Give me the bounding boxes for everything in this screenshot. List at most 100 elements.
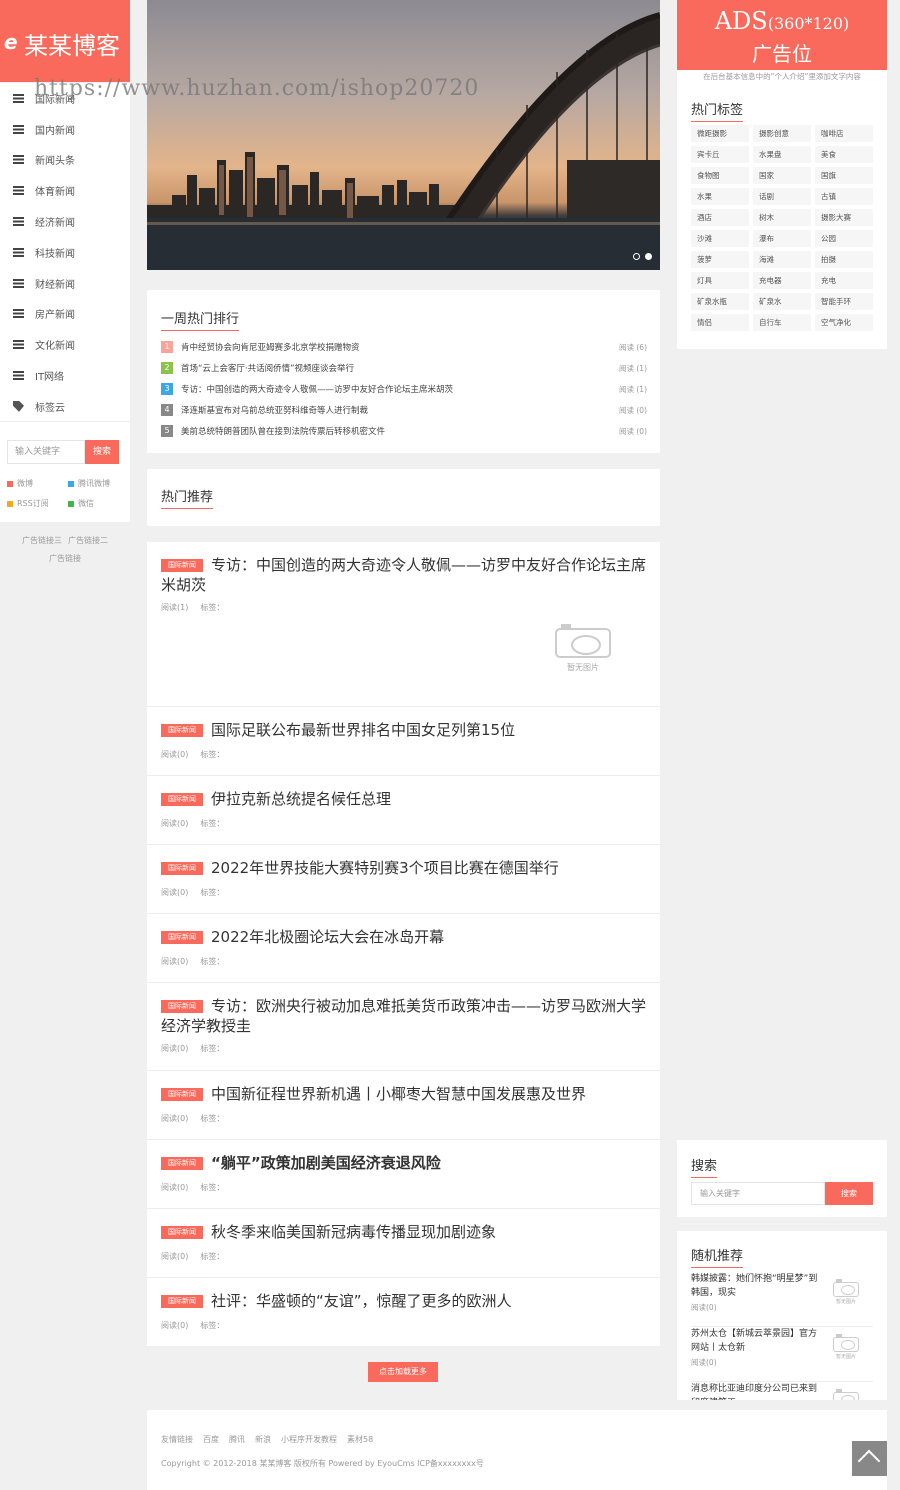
rank-title[interactable]: 泽连斯基宣布对乌前总统亚努科维奇等人进行制裁 bbox=[181, 404, 619, 416]
ad-banner[interactable]: ADS(360*120) 广告位 bbox=[677, 0, 887, 70]
ad-link[interactable]: 广告链接三 bbox=[22, 536, 62, 545]
tag-item[interactable]: 摄影大赛 bbox=[815, 209, 873, 226]
friend-link[interactable]: 小程序开发教程 bbox=[281, 1435, 337, 1444]
article-item[interactable]: 国际新闻 社评：华盛顿的“友谊”，惊醒了更多的欧洲人 阅读(0) 标签： bbox=[147, 1278, 660, 1347]
rank-item[interactable]: 4 泽连斯基宣布对乌前总统亚努科维奇等人进行制裁 阅读 (0) bbox=[161, 403, 647, 417]
tag-item[interactable]: 话剧 bbox=[753, 188, 811, 205]
article-item[interactable]: 国际新闻 秋冬季来临美国新冠病毒传播显现加剧迹象 阅读(0) 标签： bbox=[147, 1209, 660, 1278]
tag-item[interactable]: 国家 bbox=[753, 167, 811, 184]
social-link[interactable]: 微信 bbox=[68, 498, 94, 509]
article-item[interactable]: 国际新闻 中国新征程世界新机遇丨小椰枣大智慧中国发展惠及世界 阅读(0) 标签： bbox=[147, 1071, 660, 1140]
random-title[interactable]: 苏州太仓【新城云萃景园】官方网站丨太仓新 bbox=[691, 1327, 819, 1355]
tag-item[interactable]: 拍摄 bbox=[815, 251, 873, 268]
tag-item[interactable]: 摄影创意 bbox=[753, 125, 811, 142]
nav-item[interactable]: 体育新闻 bbox=[0, 175, 130, 206]
article-title[interactable]: 中国新征程世界新机遇丨小椰枣大智慧中国发展惠及世界 bbox=[161, 1084, 646, 1104]
article-item[interactable]: 国际新闻 伊拉克新总统提名候任总理 阅读(0) 标签： bbox=[147, 776, 660, 845]
tag-item[interactable]: 树木 bbox=[753, 209, 811, 226]
friend-link[interactable]: 腾讯 bbox=[229, 1435, 245, 1444]
rank-title[interactable]: 肯中经贸协会向肯尼亚姆赛多北京学校捐赠物资 bbox=[181, 341, 619, 353]
social-link[interactable]: 微博 bbox=[7, 478, 33, 489]
article-title[interactable]: 专访：中国创造的两大奇迹令人敬佩——访罗中友好合作论坛主席米胡茨 bbox=[161, 555, 646, 595]
article-item[interactable]: 国际新闻 专访：欧洲央行被动加息难抵美货币政策冲击——访罗马欧洲大学经济学教授圭阅… bbox=[147, 983, 660, 1071]
nav-item[interactable]: 经济新闻 bbox=[0, 206, 130, 237]
article-title[interactable]: 专访：欧洲央行被动加息难抵美货币政策冲击——访罗马欧洲大学经济学教授圭 bbox=[161, 996, 646, 1036]
slider-dot-active[interactable] bbox=[645, 253, 652, 260]
article-item[interactable]: 国际新闻 专访：中国创造的两大奇迹令人敬佩——访罗中友好合作论坛主席米胡茨 阅读(1… bbox=[147, 542, 660, 707]
tag-item[interactable]: 沙滩 bbox=[691, 230, 749, 247]
rank-item[interactable]: 2 首场“云上会客厅·共话阅侨情”视频座谈会举行 阅读 (1) bbox=[161, 361, 647, 375]
tag-item[interactable]: 酒店 bbox=[691, 209, 749, 226]
sidebar-search-input[interactable]: 输入关键字 bbox=[7, 440, 85, 464]
tag-item[interactable]: 智能手环 bbox=[815, 293, 873, 310]
ad-link[interactable]: 广告链接二 bbox=[68, 536, 108, 545]
tag-item[interactable]: 情侣 bbox=[691, 314, 749, 331]
nav-item[interactable]: 科技新闻 bbox=[0, 237, 130, 268]
rank-item[interactable]: 3 专访：中国创造的两大奇迹令人敬佩——访罗中友好合作论坛主席米胡茨 阅读 (1) bbox=[161, 382, 647, 396]
back-to-top-button[interactable] bbox=[852, 1441, 887, 1476]
friend-link[interactable]: 新浪 bbox=[255, 1435, 271, 1444]
article-item[interactable]: 国际新闻 “躺平”政策加剧美国经济衰退风险 阅读(0) 标签： bbox=[147, 1140, 660, 1209]
tag-item[interactable]: 矿泉水瓶 bbox=[691, 293, 749, 310]
random-item[interactable]: 苏州太仓【新城云萃景园】官方网站丨太仓新 阅读(0) 暂无图片 bbox=[691, 1327, 873, 1382]
tag-item[interactable]: 古镇 bbox=[815, 188, 873, 205]
rank-title[interactable]: 美前总统特朗普团队曾在接到法院传票后转移机密文件 bbox=[181, 425, 619, 437]
ad-link[interactable]: 广告链接 bbox=[49, 554, 81, 563]
social-link[interactable]: 腾讯微博 bbox=[68, 478, 110, 489]
article-title[interactable]: 社评：华盛顿的“友谊”，惊醒了更多的欧洲人 bbox=[161, 1291, 646, 1311]
tag-item[interactable]: 食物图 bbox=[691, 167, 749, 184]
tag-item[interactable]: 美食 bbox=[815, 146, 873, 163]
nav-item[interactable]: 房产新闻 bbox=[0, 299, 130, 330]
tag-item[interactable]: 咖啡店 bbox=[815, 125, 873, 142]
social-link[interactable]: RSS订阅 bbox=[7, 498, 49, 509]
tag-item[interactable]: 瀑布 bbox=[753, 230, 811, 247]
rank-title[interactable]: 专访：中国创造的两大奇迹令人敬佩——访罗中友好合作论坛主席米胡茨 bbox=[181, 383, 619, 395]
article-title[interactable]: 2022年北极圈论坛大会在冰岛开幕 bbox=[161, 927, 646, 947]
slider-dot[interactable] bbox=[633, 253, 640, 260]
article-title[interactable]: 国际足联公布最新世界排名中国女足列第15位 bbox=[161, 720, 646, 740]
article-title[interactable]: 伊拉克新总统提名候任总理 bbox=[161, 789, 646, 809]
article-title[interactable]: 秋冬季来临美国新冠病毒传播显现加剧迹象 bbox=[161, 1222, 646, 1242]
tag-item[interactable]: 宾卡丘 bbox=[691, 146, 749, 163]
rank-item[interactable]: 1 肯中经贸协会向肯尼亚姆赛多北京学校捐赠物资 阅读 (6) bbox=[161, 340, 647, 354]
hero-slider[interactable] bbox=[147, 0, 660, 270]
friend-link[interactable]: 百度 bbox=[203, 1435, 219, 1444]
article-item[interactable]: 国际新闻 国际足联公布最新世界排名中国女足列第15位 阅读(0) 标签： bbox=[147, 707, 660, 776]
load-more-button[interactable]: 点击加载更多 bbox=[368, 1362, 438, 1382]
tag-item[interactable]: 灯具 bbox=[691, 272, 749, 289]
article-title[interactable]: 2022年世界技能大赛特别赛3个项目比赛在德国举行 bbox=[161, 858, 646, 878]
article-item[interactable]: 国际新闻 2022年北极圈论坛大会在冰岛开幕 阅读(0) 标签： bbox=[147, 914, 660, 983]
tag-item[interactable]: 公园 bbox=[815, 230, 873, 247]
article-item[interactable]: 国际新闻 2022年世界技能大赛特别赛3个项目比赛在德国举行 阅读(0) 标签： bbox=[147, 845, 660, 914]
random-item[interactable]: 韩媒披露：她们怀抱“明星梦”到韩国，现实 阅读(0) 暂无图片 bbox=[691, 1272, 873, 1327]
nav-item[interactable]: IT网络 bbox=[0, 360, 130, 391]
article-title[interactable]: “躺平”政策加剧美国经济衰退风险 bbox=[161, 1153, 646, 1173]
tag-item[interactable]: 空气净化 bbox=[815, 314, 873, 331]
nav-item[interactable]: 标签云 bbox=[0, 391, 130, 422]
tag-item[interactable]: 海滩 bbox=[753, 251, 811, 268]
tag-item[interactable]: 微距摄影 bbox=[691, 125, 749, 142]
site-logo[interactable]: e 某某博客 bbox=[0, 0, 130, 82]
tag-item[interactable]: 矿泉水 bbox=[753, 293, 811, 310]
tag-item[interactable]: 水果盘 bbox=[753, 146, 811, 163]
random-item[interactable]: 消息称比亚迪印度分公司已来到印度建筑工阅读(0)暂无图片 bbox=[691, 1382, 873, 1400]
tag-item[interactable]: 自行车 bbox=[753, 314, 811, 331]
nav-item-label: IT网络 bbox=[35, 372, 65, 384]
tag-item[interactable]: 水果 bbox=[691, 188, 749, 205]
nav-item[interactable]: 国内新闻 bbox=[0, 114, 130, 145]
nav-item[interactable]: 财经新闻 bbox=[0, 268, 130, 299]
rank-item[interactable]: 5 美前总统特朗普团队曾在接到法院传票后转移机密文件 阅读 (0) bbox=[161, 424, 647, 438]
tag-item[interactable]: 充电器 bbox=[753, 272, 811, 289]
friend-link[interactable]: 素材58 bbox=[347, 1435, 373, 1444]
search-input[interactable]: 输入关键字 bbox=[691, 1182, 825, 1205]
tag-item[interactable]: 国旗 bbox=[815, 167, 873, 184]
rank-title[interactable]: 首场“云上会客厅·共话阅侨情”视频座谈会举行 bbox=[181, 362, 619, 374]
tag-item[interactable]: 充电 bbox=[815, 272, 873, 289]
random-title[interactable]: 消息称比亚迪印度分公司已来到印度建筑工 bbox=[691, 1382, 819, 1400]
random-title[interactable]: 韩媒披露：她们怀抱“明星梦”到韩国，现实 bbox=[691, 1272, 819, 1300]
sidebar-search-button[interactable]: 搜索 bbox=[85, 440, 119, 464]
nav-item[interactable]: 文化新闻 bbox=[0, 329, 130, 360]
tag-item[interactable]: 菠萝 bbox=[691, 251, 749, 268]
nav-item[interactable]: 新闻头条 bbox=[0, 145, 130, 176]
search-button[interactable]: 搜索 bbox=[825, 1182, 873, 1205]
